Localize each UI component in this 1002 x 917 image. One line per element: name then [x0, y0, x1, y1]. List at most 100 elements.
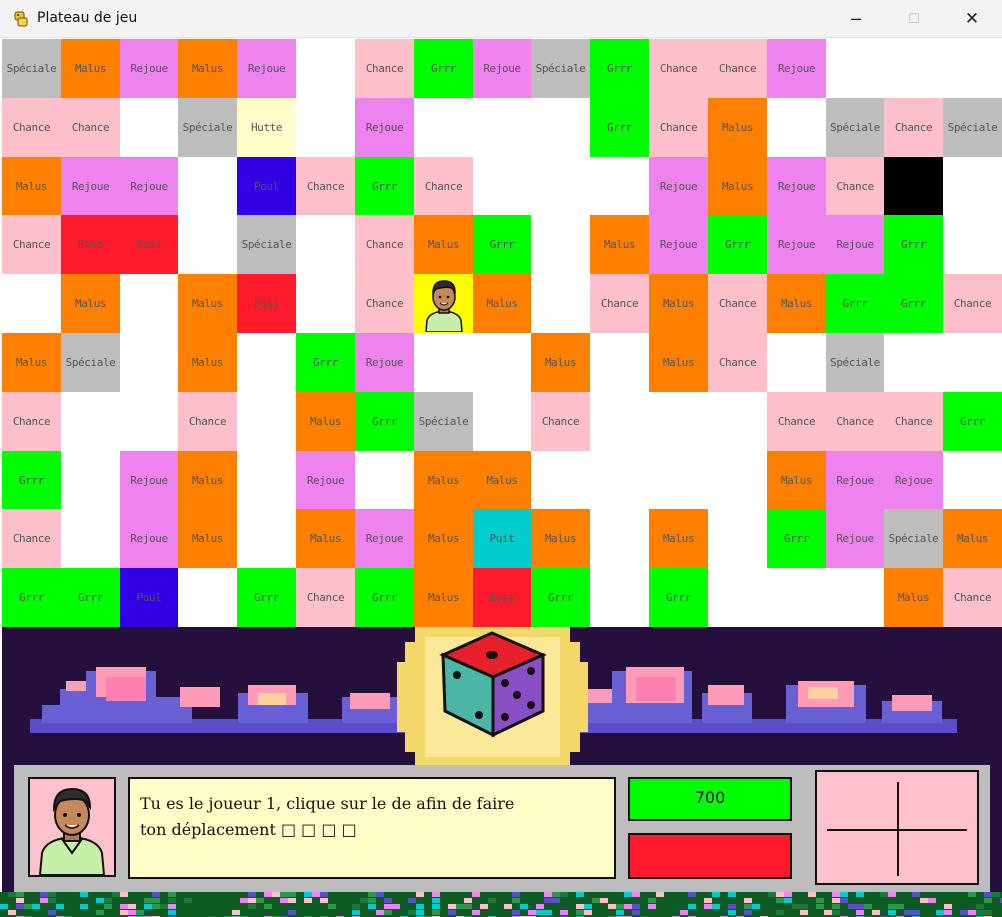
board-cell-empty: [708, 451, 767, 509]
board-cell-empty: [884, 333, 943, 392]
board-cell: Malus: [649, 509, 708, 568]
board-cell-empty: [649, 392, 708, 451]
board-cell: Malus: [414, 215, 473, 274]
crosshair-icon: [827, 782, 967, 876]
board-cell: Rejoue: [120, 509, 178, 568]
board-cell-black: [884, 157, 943, 215]
board-cell-empty: [473, 98, 531, 157]
board-cell: Grrr: [355, 568, 414, 627]
board-cell: Chance: [178, 392, 237, 451]
board-cell: Poul: [237, 157, 296, 215]
board-cell-empty: [590, 451, 649, 509]
board-cell: Grrr: [61, 568, 120, 627]
board-cell-empty: [237, 509, 296, 568]
board-cell: Grrr: [826, 274, 884, 333]
board-cell-empty: [473, 157, 531, 215]
board-cell-empty: [943, 333, 1002, 392]
board-cell: Malus: [708, 98, 767, 157]
dice-icon[interactable]: [395, 627, 590, 767]
board-cell: Grrr: [414, 39, 473, 98]
board-cell: Rejoue: [296, 451, 355, 509]
board-cell-empty: [120, 333, 178, 392]
board-cell: Malus: [708, 157, 767, 215]
board-cell-empty: [767, 98, 826, 157]
board-cell-empty: [708, 392, 767, 451]
board-cell: Spéciale: [2, 39, 61, 98]
player-avatar-icon: [28, 777, 116, 877]
message-box: Tu es le joueur 1, clique sur le de afin…: [128, 777, 616, 879]
board-cell: Chance: [2, 215, 61, 274]
board-cell-empty: [708, 509, 767, 568]
board-cell-empty: [473, 333, 531, 392]
board-cell: Malus: [414, 451, 473, 509]
board-cell: Malus: [414, 509, 473, 568]
board-cell: Malus: [61, 39, 120, 98]
board-cell: Malus: [2, 333, 61, 392]
board-cell: Rejoue: [649, 215, 708, 274]
board-cell: Chance: [355, 274, 414, 333]
board-cell: Spéciale: [414, 392, 473, 451]
board-cell: Grrr: [943, 392, 1002, 451]
board-cell: Malus: [943, 509, 1002, 568]
score-display: 700: [628, 777, 792, 821]
board-cell: Malus: [296, 392, 355, 451]
board-cell-empty: [531, 274, 590, 333]
board-cell-empty: [178, 157, 237, 215]
board-cell-empty: [590, 392, 649, 451]
board-cell: Rejoue: [767, 157, 826, 215]
board-cell-empty: [355, 451, 414, 509]
move-pad[interactable]: [815, 770, 979, 885]
board-cell-empty: [531, 157, 590, 215]
board-cell-empty: [590, 568, 649, 627]
board-cell: Chance: [355, 39, 414, 98]
board-cell-empty: [943, 39, 1002, 98]
board-cell: Malus: [178, 451, 237, 509]
health-bar: [628, 833, 792, 879]
title-bar: Plateau de jeu ─ ☐ ✕: [0, 0, 1002, 38]
board-cell-empty: [178, 215, 237, 274]
board-cell: Chance: [943, 274, 1002, 333]
board-cell: Spéciale: [531, 39, 590, 98]
minimize-button[interactable]: ─: [827, 0, 885, 38]
board-cell: Chance: [2, 392, 61, 451]
board-cell: Chance: [355, 215, 414, 274]
board-cell: Chance: [826, 392, 884, 451]
ground-strip: [0, 892, 1002, 917]
board-cell: Boss: [473, 568, 531, 627]
board-cell: Chance: [884, 392, 943, 451]
board-cell: Chance: [649, 39, 708, 98]
board-cell: Chance: [767, 392, 826, 451]
board-cell: Chance: [61, 98, 120, 157]
board-cell-empty: [943, 157, 1002, 215]
message-line-1: Tu es le joueur 1, clique sur le de afin…: [140, 794, 515, 813]
board-cell: Grrr: [531, 568, 590, 627]
close-button[interactable]: ✕: [943, 0, 1001, 38]
board-cell: Rejoue: [355, 333, 414, 392]
board-cell: Grrr: [2, 568, 61, 627]
board-cell-empty: [237, 451, 296, 509]
python-snake-icon: [14, 11, 28, 27]
board-cell-empty: [473, 392, 531, 451]
board-cell: Grrr: [767, 509, 826, 568]
board-cell: Rejoue: [355, 509, 414, 568]
maximize-button[interactable]: ☐: [885, 0, 943, 38]
board-cell: Grrr: [590, 39, 649, 98]
board-cell: Poul: [120, 568, 178, 627]
board-cell: Grrr: [237, 568, 296, 627]
board-cell: Spéciale: [943, 98, 1002, 157]
board-cell: Grrr: [649, 568, 708, 627]
board-cell: Chance: [649, 98, 708, 157]
board-cell-empty: [531, 215, 590, 274]
board-cell: Grrr: [473, 215, 531, 274]
board-cell-empty: [414, 333, 473, 392]
board-cell: Malus: [531, 509, 590, 568]
board-cell: Chance: [708, 39, 767, 98]
board-cell: Malus: [531, 333, 590, 392]
board-cell: Malus: [178, 333, 237, 392]
board-cell: Malus: [178, 39, 237, 98]
board-cell: Rejoue: [237, 39, 296, 98]
board-cell-empty: [120, 392, 178, 451]
board-cell-empty: [296, 98, 355, 157]
board-cell: Rejoue: [767, 215, 826, 274]
board-cell: Malus: [178, 274, 237, 333]
